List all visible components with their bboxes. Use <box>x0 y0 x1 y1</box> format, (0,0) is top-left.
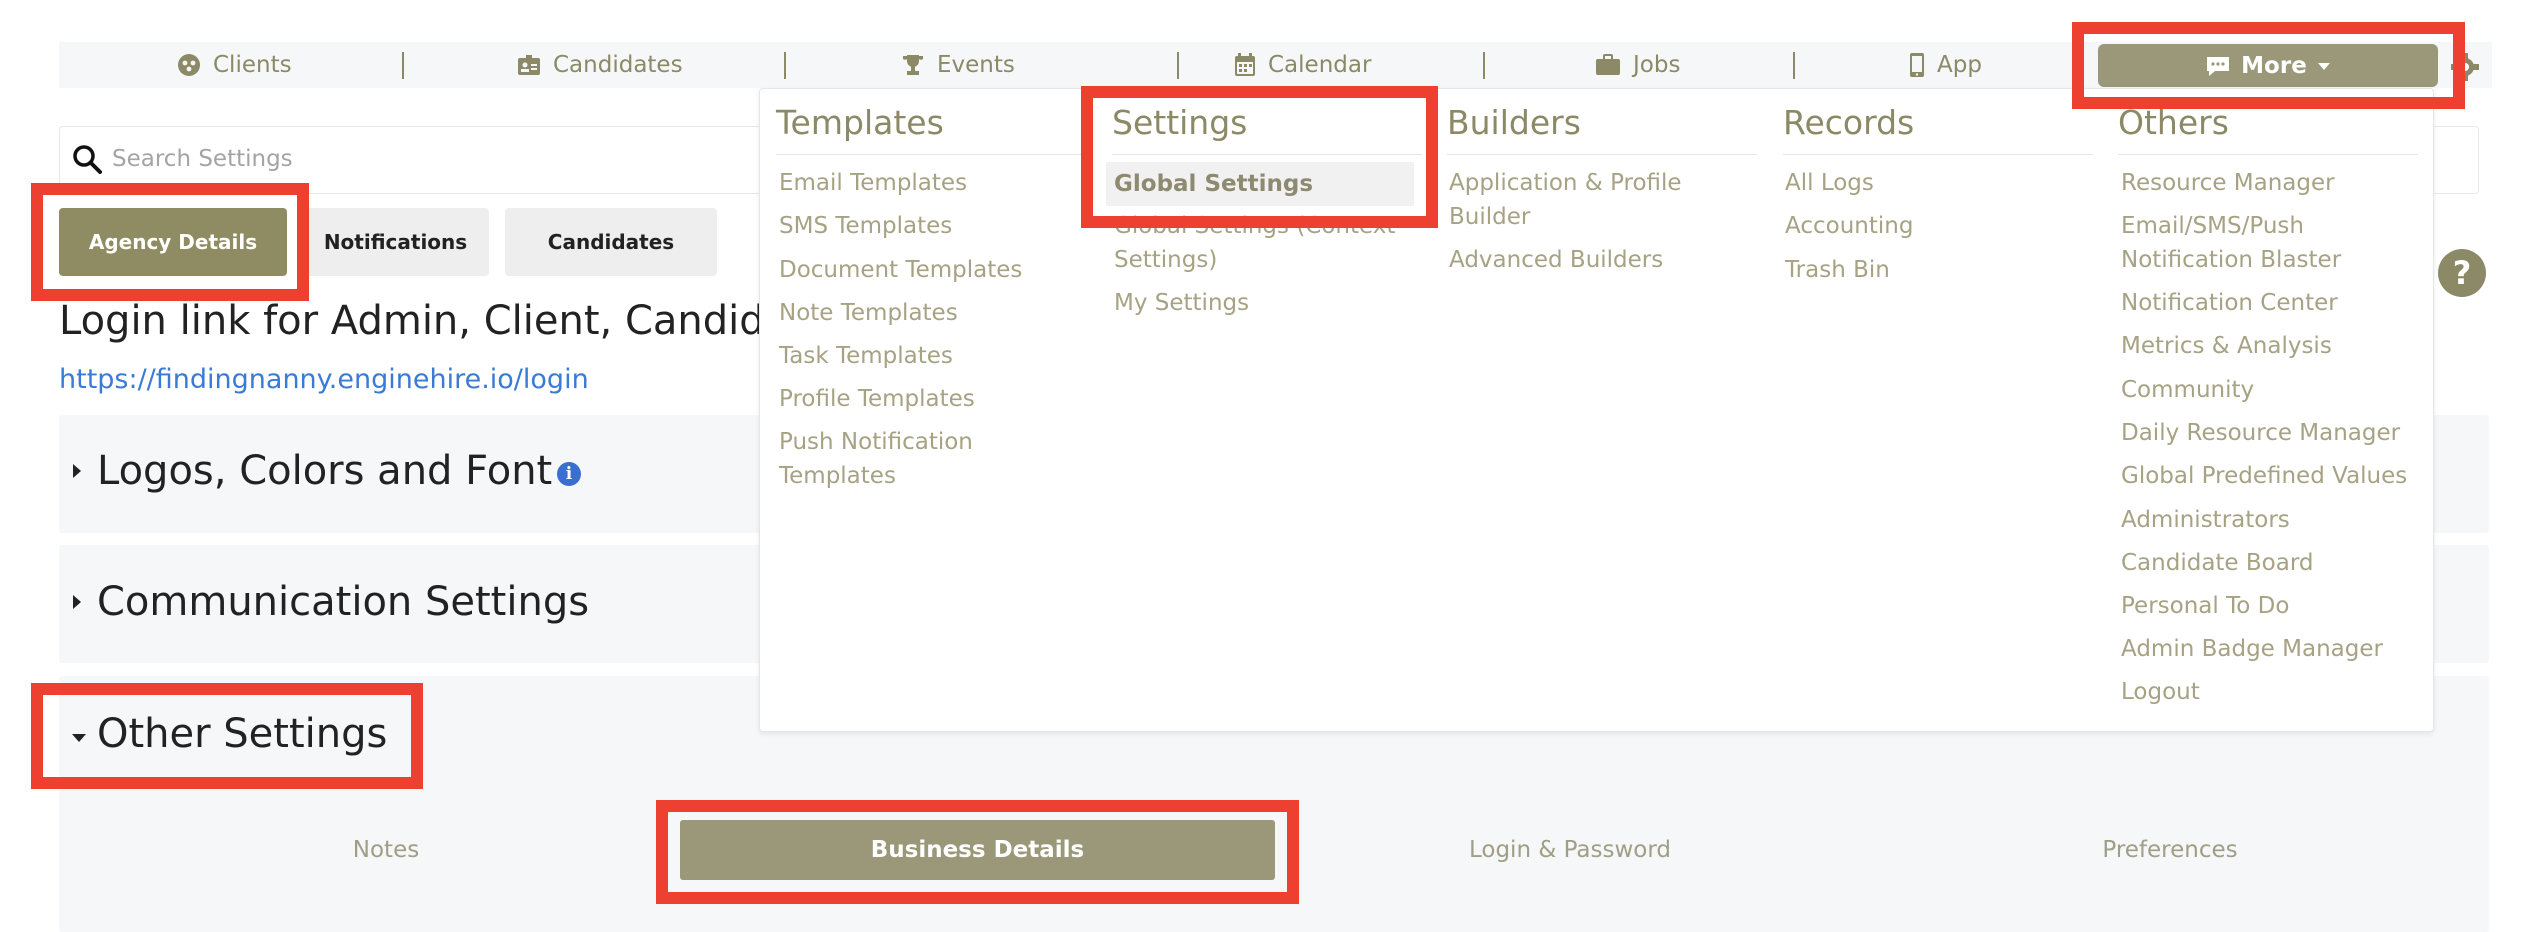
tab-notifications[interactable]: Notifications <box>302 208 489 276</box>
menu-item-daily-resource-manager[interactable]: Daily Resource Manager <box>2121 416 2400 450</box>
calendar-icon <box>1234 53 1256 77</box>
menu-item-profile-templates[interactable]: Profile Templates <box>779 382 975 416</box>
menu-item-all-logs[interactable]: All Logs <box>1785 166 1874 200</box>
search-input[interactable] <box>112 136 712 182</box>
menu-item-resource-manager[interactable]: Resource Manager <box>2121 166 2335 200</box>
menu-item-label-line: Settings) <box>1114 247 1218 273</box>
nav-clients-label: Clients <box>213 52 292 78</box>
menu-item-label-line: Templates <box>779 463 896 489</box>
login-url-link[interactable]: https://findingnanny.enginehire.io/login <box>59 364 589 395</box>
clients-icon <box>177 53 201 77</box>
section-title[interactable]: Logos, Colors and Font <box>97 448 552 494</box>
menu-item-personal-to-do[interactable]: Personal To Do <box>2121 589 2289 623</box>
menu-item-label-line: Builder <box>1449 204 1531 230</box>
highlight-other-settings <box>31 683 423 789</box>
login-link-heading: Login link for Admin, Client, Candida <box>59 298 790 344</box>
menu-item-notification-blaster[interactable]: Email/SMS/Push Notification Blaster <box>2121 209 2341 277</box>
menu-item-community[interactable]: Community <box>2121 373 2254 407</box>
menu-item-email-templates[interactable]: Email Templates <box>779 166 967 200</box>
info-icon[interactable]: i <box>557 462 581 486</box>
briefcase-icon <box>1595 54 1621 76</box>
menu-item-note-templates[interactable]: Note Templates <box>779 296 958 330</box>
tab-candidates[interactable]: Candidates <box>505 208 717 276</box>
nav-events-label: Events <box>937 52 1015 78</box>
nav-candidates-label: Candidates <box>553 52 683 78</box>
menu-item-logout[interactable]: Logout <box>2121 675 2200 709</box>
nav-calendar-label: Calendar <box>1268 52 1372 78</box>
divider <box>2118 154 2418 155</box>
nav-divider <box>1793 52 1795 79</box>
menu-item-task-templates[interactable]: Task Templates <box>779 339 953 373</box>
nav-jobs[interactable]: Jobs <box>1595 42 1680 88</box>
subtab-preferences[interactable]: Preferences <box>2050 820 2290 880</box>
highlight-business-details <box>656 800 1299 904</box>
nav-divider <box>1177 52 1179 79</box>
nav-jobs-label: Jobs <box>1633 52 1681 78</box>
menu-item-trash-bin[interactable]: Trash Bin <box>1785 253 1890 287</box>
menu-item-global-predefined-values[interactable]: Global Predefined Values <box>2121 459 2407 493</box>
menu-item-advanced-builders[interactable]: Advanced Builders <box>1449 243 1663 277</box>
menu-item-push-notification-templates[interactable]: Push Notification Templates <box>779 425 973 493</box>
menu-heading-builders: Builders <box>1447 103 1581 142</box>
menu-item-admin-badge-manager[interactable]: Admin Badge Manager <box>2121 632 2383 666</box>
nav-candidates[interactable]: Candidates <box>517 42 683 88</box>
help-icon[interactable]: ? <box>2438 249 2486 297</box>
highlight-settings-global <box>1081 86 1438 228</box>
menu-item-metrics-analysis[interactable]: Metrics & Analysis <box>2121 329 2332 363</box>
divider <box>1447 154 1757 155</box>
divider <box>776 154 1086 155</box>
subtab-notes[interactable]: Notes <box>286 820 486 880</box>
menu-item-administrators[interactable]: Administrators <box>2121 503 2290 537</box>
menu-item-label-line: Application & Profile <box>1449 170 1682 196</box>
highlight-more-button <box>2072 22 2465 109</box>
divider <box>1783 154 2093 155</box>
menu-item-document-templates[interactable]: Document Templates <box>779 253 1022 287</box>
nav-app[interactable]: App <box>1909 42 1982 88</box>
caret-right-icon <box>72 462 82 484</box>
menu-item-sms-templates[interactable]: SMS Templates <box>779 209 952 243</box>
search-icon <box>72 144 102 178</box>
subtab-login-password[interactable]: Login & Password <box>1420 820 1720 880</box>
menu-item-my-settings[interactable]: My Settings <box>1114 286 1249 320</box>
nav-divider <box>402 52 404 79</box>
menu-item-accounting[interactable]: Accounting <box>1785 209 1913 243</box>
menu-item-label-line: Notification Blaster <box>2121 247 2342 273</box>
nav-divider <box>1483 52 1485 79</box>
trophy-icon <box>901 53 925 77</box>
menu-item-label-line: Push Notification <box>779 429 973 455</box>
menu-heading-templates: Templates <box>776 103 944 142</box>
nav-clients[interactable]: Clients <box>177 42 292 88</box>
menu-item-label-line: Email/SMS/Push <box>2121 213 2304 239</box>
menu-item-candidate-board[interactable]: Candidate Board <box>2121 546 2314 580</box>
menu-heading-records: Records <box>1783 103 1915 142</box>
nav-divider <box>784 52 786 79</box>
menu-item-application-profile-builder[interactable]: Application & Profile Builder <box>1449 166 1682 234</box>
nav-events[interactable]: Events <box>901 42 1015 88</box>
nav-app-label: App <box>1937 52 1982 78</box>
menu-item-notification-center[interactable]: Notification Center <box>2121 286 2338 320</box>
highlight-agency-details <box>31 183 309 301</box>
candidates-icon <box>517 54 541 76</box>
nav-calendar[interactable]: Calendar <box>1234 42 1371 88</box>
caret-right-icon <box>72 593 82 615</box>
section-title[interactable]: Communication Settings <box>97 579 589 625</box>
phone-icon <box>1909 52 1925 78</box>
